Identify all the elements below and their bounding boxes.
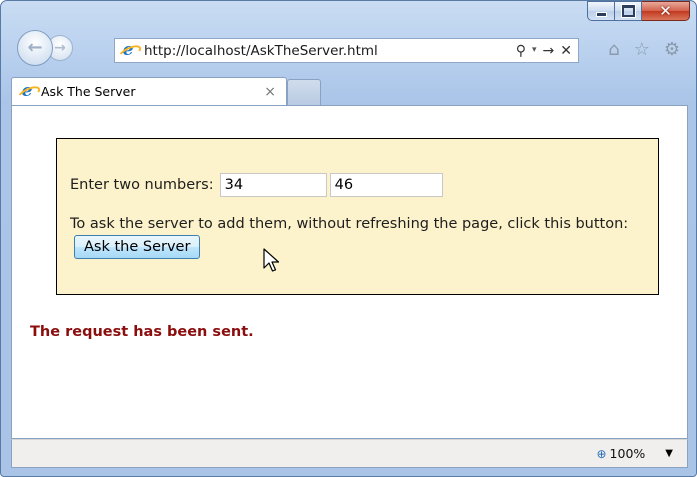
- tools-gear-icon[interactable]: ⚙: [664, 41, 680, 59]
- zoom-dropdown-icon[interactable]: ▼: [665, 448, 673, 459]
- caption-buttons: ✕: [587, 1, 690, 23]
- instruction-label: To ask the server to add them, without r…: [70, 216, 629, 232]
- minimize-button[interactable]: [587, 1, 615, 21]
- tab-title: Ask The Server: [41, 84, 136, 99]
- new-tab-button[interactable]: [287, 79, 321, 105]
- forward-arrow-icon: →: [54, 40, 66, 56]
- form-panel: Enter two numbers: To ask the server to …: [56, 138, 659, 295]
- zoom-level[interactable]: 100%: [610, 446, 646, 461]
- maximize-button[interactable]: [615, 1, 642, 21]
- navigation-buttons: ← →: [17, 30, 73, 66]
- ie-page-icon: e: [116, 42, 144, 63]
- status-bar: ⊕ 100% ▼: [11, 439, 688, 468]
- favorites-star-icon[interactable]: ☆: [634, 41, 650, 59]
- back-button[interactable]: ←: [17, 30, 53, 66]
- go-arrow-icon[interactable]: →: [543, 44, 555, 58]
- toolbar-icons: ⌂ ☆ ⚙: [608, 38, 680, 62]
- close-button[interactable]: ✕: [642, 1, 690, 21]
- tab-close-icon[interactable]: ×: [264, 84, 276, 100]
- request-status-message: The request has been sent.: [30, 324, 254, 340]
- number2-input[interactable]: [329, 173, 443, 197]
- minimize-icon: [595, 11, 607, 17]
- back-arrow-icon: ←: [27, 37, 43, 58]
- mouse-cursor-icon: [263, 248, 280, 272]
- ie-tab-icon: e: [15, 83, 43, 104]
- home-icon[interactable]: ⌂: [608, 41, 619, 59]
- browser-window: ✕ ← → e http://localhost/AskTheServer.ht…: [0, 0, 697, 477]
- instruction-text: To ask the server to add them, without r…: [70, 213, 650, 259]
- search-icon[interactable]: ⚲: [516, 44, 526, 58]
- stop-icon[interactable]: ✕: [560, 44, 572, 58]
- zoom-icon[interactable]: ⊕: [596, 447, 606, 461]
- number-row: Enter two numbers:: [70, 173, 443, 197]
- search-dropdown-icon[interactable]: ▾: [532, 46, 537, 55]
- url-text[interactable]: http://localhost/AskTheServer.html: [144, 43, 378, 59]
- tab-ask-the-server[interactable]: e Ask The Server ×: [11, 77, 287, 105]
- number1-input[interactable]: [219, 173, 327, 197]
- close-icon: ✕: [659, 2, 672, 20]
- ask-the-server-button[interactable]: Ask the Server: [74, 235, 201, 259]
- maximize-icon: [621, 5, 635, 17]
- page-content: Enter two numbers: To ask the server to …: [11, 105, 688, 439]
- address-actions: ⚲ ▾ → ✕: [516, 44, 572, 58]
- address-bar[interactable]: e http://localhost/AskTheServer.html ⚲ ▾…: [114, 38, 579, 63]
- prompt-label: Enter two numbers:: [70, 177, 214, 193]
